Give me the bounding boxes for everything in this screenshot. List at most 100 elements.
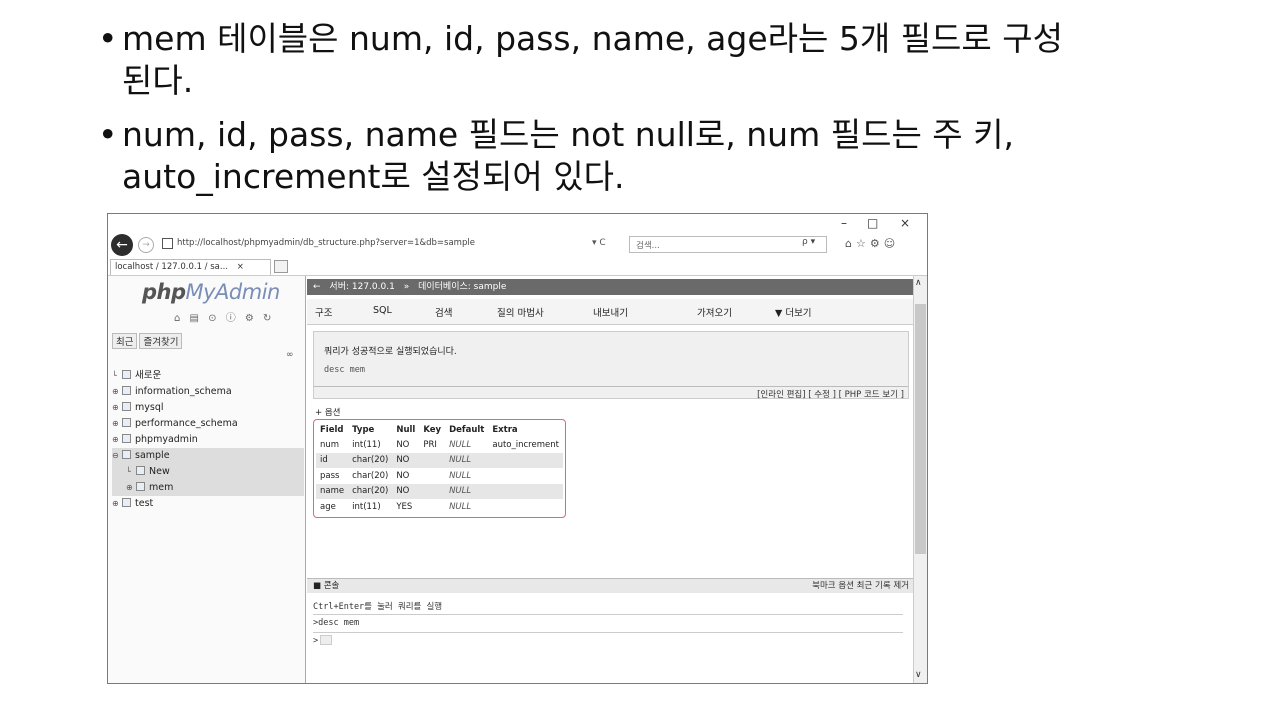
- bullet-text: num, id, pass, name 필드는 not null로, num 필…: [122, 115, 1015, 196]
- console-actions[interactable]: 북마크 옵션 최근 기록 제거: [812, 579, 909, 593]
- link-icon[interactable]: ∞: [286, 350, 294, 360]
- tree-expander[interactable]: ⊕: [112, 400, 122, 416]
- console-prompt: >: [313, 636, 319, 646]
- tree-label: mem: [149, 482, 174, 493]
- table-cell: NULL: [445, 499, 489, 515]
- collapse-arrow-icon[interactable]: ←: [313, 282, 321, 292]
- bullet-text: mem 테이블은 num, id, pass, name, age라는 5개 필…: [122, 19, 1063, 100]
- table-cell: id: [316, 452, 349, 468]
- address-bar[interactable]: http://localhost/phpmyadmin/db_structure…: [177, 238, 475, 248]
- recent-tab[interactable]: 최근: [112, 333, 138, 349]
- column-header[interactable]: Null: [392, 422, 419, 437]
- console-input[interactable]: >: [313, 635, 333, 646]
- forward-arrow-icon[interactable]: →: [138, 237, 154, 253]
- search-input[interactable]: 검색...: [629, 236, 827, 253]
- left-nav: 최근 즐겨찾기: [112, 333, 184, 349]
- breadcrumb-server[interactable]: 서버: 127.0.0.1: [329, 282, 394, 292]
- tree-item-mem[interactable]: ⊕ mem: [112, 480, 304, 496]
- table-cell: [419, 483, 446, 499]
- tree-label: phpmyadmin: [135, 434, 198, 445]
- table-cell: char(20): [348, 468, 393, 484]
- new-tab-button[interactable]: [274, 260, 288, 273]
- tree-item-new[interactable]: └ 새로운: [112, 368, 304, 384]
- scroll-up-icon[interactable]: ∧: [915, 278, 922, 288]
- menu-structure[interactable]: 구조: [315, 305, 332, 319]
- divider: [313, 632, 903, 633]
- top-menu: 구조 SQL 검색 질의 마법사 내보내기 가져오기 ▼ 더보기: [307, 299, 915, 325]
- result-table: Field Type Null Key Default Extra num in…: [313, 419, 566, 518]
- back-arrow-icon[interactable]: ←: [111, 234, 133, 256]
- tree-expander[interactable]: ⊕: [112, 384, 122, 400]
- phpmyadmin-logo[interactable]: phpMyAdmin: [142, 280, 280, 304]
- table-cell: [488, 499, 563, 515]
- tree-expander[interactable]: ⊖: [112, 448, 122, 464]
- tree-item-information-schema[interactable]: ⊕ information_schema: [112, 384, 304, 400]
- favorites-tab[interactable]: 즐겨찾기: [139, 333, 183, 349]
- menu-search[interactable]: 검색: [435, 305, 452, 319]
- scroll-down-icon[interactable]: ∨: [915, 670, 922, 680]
- tree-item-mysql[interactable]: ⊕ mysql: [112, 400, 304, 416]
- tab-close-icon[interactable]: ×: [237, 262, 244, 272]
- tree-expander[interactable]: ⊕: [112, 496, 122, 512]
- tree-label: sample: [135, 450, 170, 461]
- table-cell: [488, 468, 563, 484]
- tree-item-sample-new[interactable]: └ New: [112, 464, 304, 480]
- sql-action-links[interactable]: [인라인 편집] [ 수정 ] [ PHP 코드 보기 ]: [757, 388, 904, 400]
- breadcrumb-database[interactable]: 데이터베이스: sample: [418, 282, 506, 292]
- page-icon: [162, 238, 173, 249]
- navigation-panel: phpMyAdmin ⌂ ▤ ⊙ ⓘ ⚙ ↻ 최근 즐겨찾기 ∞ └ 새로운 ⊕ in…: [108, 276, 306, 683]
- tree-expander: └: [126, 467, 131, 476]
- search-icon[interactable]: ρ ▾: [802, 237, 815, 247]
- tree-expander[interactable]: ⊕: [126, 480, 136, 496]
- tree-item-phpmyadmin[interactable]: ⊕ phpmyadmin: [112, 432, 304, 448]
- column-header[interactable]: Type: [348, 422, 392, 437]
- table-cell: name: [316, 483, 349, 499]
- close-button[interactable]: ×: [900, 216, 910, 230]
- main-panel: ← 서버: 127.0.0.1 » 데이터베이스: sample 구조 SQL …: [307, 276, 915, 683]
- panel-icons[interactable]: ⌂ ▤ ⊙ ⓘ ⚙ ↻: [174, 309, 274, 324]
- maximize-button[interactable]: □: [867, 216, 878, 230]
- tree-item-test[interactable]: ⊕ test: [112, 496, 304, 512]
- scrollbar-thumb[interactable]: [915, 304, 926, 554]
- tree-item-sample[interactable]: ⊖ sample: [112, 448, 304, 464]
- table-cell: [488, 452, 563, 468]
- tree-label: New: [149, 466, 170, 477]
- table-cell: char(20): [348, 483, 393, 499]
- menu-import[interactable]: 가져오기: [697, 305, 732, 319]
- browser-tab[interactable]: localhost / 127.0.0.1 / sa... ×: [110, 259, 271, 275]
- menu-export[interactable]: 내보내기: [593, 305, 628, 319]
- address-row: ← → http://localhost/phpmyadmin/db_struc…: [108, 234, 927, 258]
- table-cell: int(11): [348, 437, 393, 453]
- console-cursor: [320, 635, 333, 645]
- table-cell: PRI: [419, 437, 446, 453]
- console-icon: ■: [313, 581, 324, 591]
- table-cell: NO: [392, 452, 420, 468]
- tree-label: mysql: [135, 402, 164, 413]
- menu-more[interactable]: ▼ 더보기: [775, 305, 812, 319]
- menu-query-wizard[interactable]: 질의 마법사: [497, 305, 544, 319]
- menu-sql[interactable]: SQL: [373, 305, 392, 316]
- column-header[interactable]: Field: [316, 422, 348, 437]
- column-header[interactable]: Default: [445, 422, 488, 437]
- divider: [314, 386, 908, 387]
- refresh-icon[interactable]: ▾ C: [592, 238, 606, 248]
- tree-item-performance-schema[interactable]: ⊕ performance_schema: [112, 416, 304, 432]
- tree-expander[interactable]: └: [112, 368, 122, 384]
- logo-main: php: [142, 280, 186, 304]
- bullet-dot: •: [98, 19, 118, 58]
- tree-expander[interactable]: ⊕: [112, 432, 122, 448]
- vertical-scrollbar[interactable]: ∧ ∨: [913, 276, 927, 683]
- column-header[interactable]: Key: [419, 422, 445, 437]
- table-cell: int(11): [348, 499, 393, 515]
- console-header[interactable]: ■ 콘솔 북마크 옵션 최근 기록 제거: [307, 578, 915, 593]
- tree-expander[interactable]: ⊕: [112, 416, 122, 432]
- database-icon: [122, 450, 131, 459]
- options-toggle[interactable]: + 옵션: [315, 406, 340, 418]
- database-icon: [122, 386, 131, 395]
- minimize-button[interactable]: –: [841, 216, 847, 230]
- toolbar-icons[interactable]: ⌂☆⚙☺: [845, 237, 899, 250]
- bullet-item: • mem 테이블은 num, id, pass, name, age라는 5개…: [98, 18, 1218, 102]
- table-row: id char(20) NO NULL: [316, 452, 563, 468]
- table-cell: NO: [392, 437, 420, 453]
- column-header[interactable]: Extra: [488, 422, 563, 437]
